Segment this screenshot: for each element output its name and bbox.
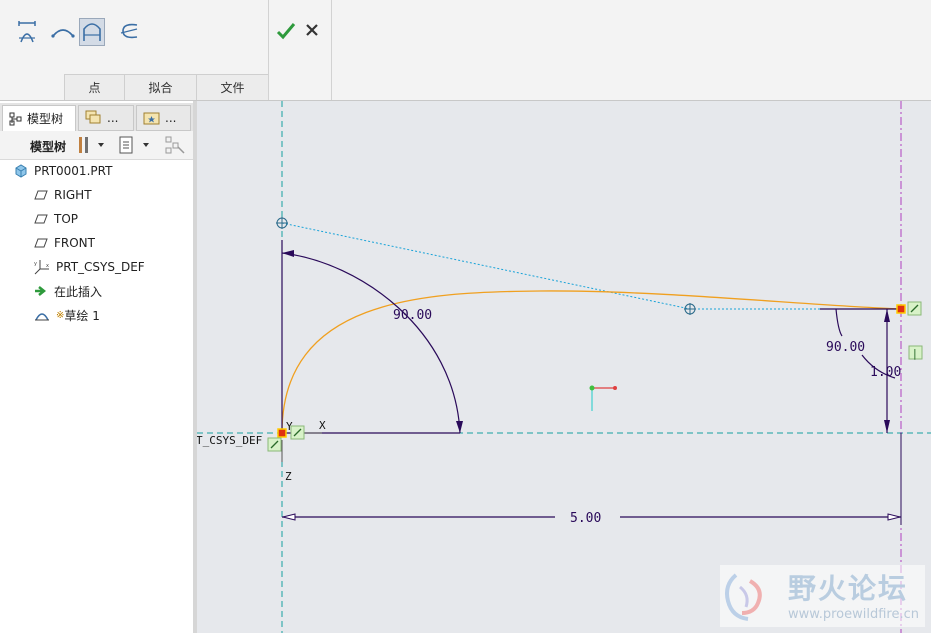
tab-model-tree-label: 模型树 — [27, 112, 64, 126]
watermark: 野火论坛 www.proewildfire.cn — [720, 565, 925, 627]
axis-x-label: X — [319, 419, 326, 432]
tree-item-prefix: ※ — [56, 309, 65, 321]
svg-text:y: y — [34, 261, 37, 267]
tab-favorites-label: ... — [165, 111, 177, 125]
arrow-head — [884, 420, 890, 433]
tree-item-label: PRT_CSYS_DEF — [56, 260, 145, 274]
ribbon: 点 拟合 文件 — [0, 0, 931, 101]
sketch-canvas[interactable]: 90.00 90.00 1.00 5.00 X Y Z T_CSYS_DEF | — [197, 101, 931, 633]
tree-item-csys[interactable]: yx PRT_CSYS_DEF — [34, 257, 145, 277]
datum-plane-icon — [34, 238, 48, 248]
settings-tools-icon[interactable] — [76, 135, 106, 158]
tree-item-top[interactable]: TOP — [34, 209, 78, 229]
horizontal-dimension[interactable]: 5.00 — [570, 511, 601, 526]
toolbar-label: 模型树 — [30, 140, 67, 154]
control-point-start[interactable] — [276, 217, 288, 229]
show-options-icon[interactable] — [118, 135, 152, 158]
confirm-group — [268, 0, 332, 100]
tangent-constraint-icon[interactable] — [267, 437, 282, 452]
dimension-tool-icon[interactable] — [14, 18, 40, 46]
tree-item-label: FRONT — [54, 236, 95, 250]
svg-text:x: x — [46, 263, 49, 269]
datum-plane-icon — [34, 214, 48, 224]
sketch-tools-group: 点 拟合 文件 — [0, 0, 269, 100]
arc-tool-icon[interactable] — [79, 18, 105, 46]
arrow-head — [884, 309, 890, 322]
arrow-head — [456, 421, 463, 433]
model-tree-toolbar: 模型树 — [0, 131, 193, 160]
sketch-icon — [35, 313, 49, 321]
spline-endpoint-start[interactable] — [277, 428, 287, 438]
spline-curve[interactable] — [281, 290, 902, 434]
model-tree-panel: 模型树 ... ... 模型树 PRT0001.PRT RIGHT TOP FR… — [0, 101, 197, 633]
tree-item-right[interactable]: RIGHT — [34, 185, 92, 205]
tab-layers-label: ... — [107, 111, 119, 125]
tree-item-label: PRT0001.PRT — [34, 164, 113, 178]
control-point-end[interactable] — [684, 303, 696, 315]
axis-z-label: Z — [285, 470, 292, 483]
arrow-head — [282, 513, 296, 521]
tab-model-tree[interactable]: 模型树 — [2, 105, 76, 131]
tree-item-label: RIGHT — [54, 188, 92, 202]
vertical-constraint-icon[interactable]: | — [908, 345, 923, 360]
watermark-brand: 野火论坛 — [788, 572, 909, 605]
tangent-constraint-icon[interactable] — [907, 301, 922, 316]
angle-dimension-arc-left[interactable] — [281, 252, 461, 434]
tree-item-label: TOP — [54, 212, 79, 226]
part-icon — [15, 164, 27, 178]
angle-dimension-right[interactable]: 90.00 — [826, 340, 865, 355]
tree-item-label: 在此插入 — [54, 284, 103, 299]
curve-tool-icon[interactable] — [50, 18, 76, 46]
insert-arrow-icon — [35, 286, 47, 296]
svg-text:|: | — [913, 347, 917, 360]
vertical-dimension[interactable]: 1.00 — [870, 365, 901, 380]
tab-fit[interactable]: 拟合 — [124, 74, 196, 100]
spline-endpoint-end[interactable] — [896, 304, 906, 314]
angle-dimension-arc-right[interactable] — [835, 308, 843, 337]
filter-icon[interactable] — [164, 135, 186, 158]
csys-triad-icon — [589, 385, 617, 411]
tree-item-part[interactable]: PRT0001.PRT — [14, 161, 112, 181]
tab-favorites[interactable]: ... — [136, 105, 191, 131]
tab-file[interactable]: 文件 — [196, 74, 268, 100]
spline-tool-icon[interactable] — [116, 18, 142, 46]
tab-layers[interactable]: ... — [78, 105, 134, 131]
tree-item-insert-here[interactable]: 在此插入 — [34, 281, 102, 301]
csys-label: T_CSYS_DEF — [197, 434, 262, 447]
close-icon[interactable] — [305, 23, 319, 40]
arrow-head — [282, 250, 294, 257]
tangent-line-start[interactable] — [281, 222, 691, 310]
tangent-constraint-icon[interactable] — [290, 425, 305, 440]
favorites-icon — [143, 112, 160, 125]
flame-logo-icon — [725, 573, 762, 621]
layers-icon — [85, 110, 101, 124]
checkmark-icon[interactable] — [276, 22, 296, 43]
tree-item-label: 草绘 1 — [64, 308, 100, 323]
datum-plane-icon — [34, 190, 48, 200]
tree-item-sketch[interactable]: ※ 草绘 1 — [34, 305, 100, 325]
tab-point[interactable]: 点 — [64, 74, 124, 100]
watermark-url: www.proewildfire.cn — [788, 607, 919, 622]
tree-item-front[interactable]: FRONT — [34, 233, 95, 253]
arrow-head — [887, 513, 901, 521]
panel-tabs: 模型树 ... ... — [0, 103, 193, 131]
csys-icon: yx — [34, 260, 49, 275]
model-tree-icon — [9, 112, 22, 125]
angle-dimension-left[interactable]: 90.00 — [393, 308, 432, 323]
